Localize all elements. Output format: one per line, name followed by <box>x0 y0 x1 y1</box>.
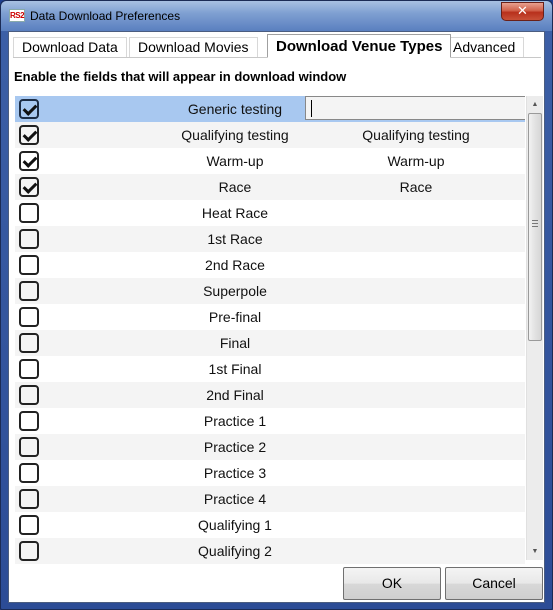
venue-type-name: Pre-final <box>208 309 262 325</box>
venue-type-alias[interactable]: Qualifying testing <box>311 122 521 148</box>
venue-type-row[interactable]: Final <box>15 330 525 356</box>
venue-type-name: 2nd Race <box>205 257 265 273</box>
checkbox-unchecked[interactable] <box>19 281 39 301</box>
tab-download-movies[interactable]: Download Movies <box>129 37 258 58</box>
venue-type-row[interactable]: Pre-final <box>15 304 525 330</box>
tab-download-venue-types[interactable]: Download Venue Types <box>267 34 452 58</box>
vertical-scrollbar[interactable]: ▲ ▼ <box>526 96 543 560</box>
venue-types-grid: Generic testing Qualifying testing Qualify… <box>15 96 525 564</box>
venue-type-name: Qualifying 2 <box>198 543 272 559</box>
venue-type-row[interactable]: Generic testing <box>15 96 525 122</box>
venue-type-row[interactable]: Qualifying 1 <box>15 512 525 538</box>
checkbox-unchecked[interactable] <box>19 489 39 509</box>
checkbox-checked[interactable] <box>19 177 39 197</box>
venue-type-row[interactable]: 2nd Final <box>15 382 525 408</box>
checkbox-unchecked[interactable] <box>19 203 39 223</box>
venue-type-row[interactable]: Practice 4 <box>15 486 525 512</box>
window-title: Data Download Preferences <box>30 9 181 23</box>
venue-type-row[interactable]: Practice 3 <box>15 460 525 486</box>
ok-button[interactable]: OK <box>343 567 441 600</box>
checkbox-unchecked[interactable] <box>19 515 39 535</box>
instruction-label: Enable the fields that will appear in do… <box>14 69 347 84</box>
venue-type-name: Final <box>219 335 251 351</box>
venue-type-row[interactable]: Race Race <box>15 174 525 200</box>
checkbox-checked[interactable] <box>19 151 39 171</box>
checkbox-unchecked[interactable] <box>19 437 39 457</box>
checkbox-unchecked[interactable] <box>19 255 39 275</box>
scroll-thumb[interactable] <box>528 113 542 341</box>
checkbox-unchecked[interactable] <box>19 385 39 405</box>
venue-type-name: Heat Race <box>201 205 269 221</box>
checkbox-unchecked[interactable] <box>19 541 39 561</box>
checkbox-unchecked[interactable] <box>19 463 39 483</box>
venue-type-name: Practice 4 <box>203 491 267 507</box>
dialog-body: Download Data Download Movies Download V… <box>8 31 545 603</box>
dialog-window: RS2 Data Download Preferences ✕ Download… <box>0 0 553 610</box>
alias-input[interactable] <box>305 96 525 120</box>
checkbox-checked[interactable] <box>19 99 39 119</box>
venue-type-name: 2nd Final <box>206 387 264 403</box>
grip-icon <box>532 220 538 227</box>
venue-type-row[interactable]: 1st Race <box>15 226 525 252</box>
venue-type-name: Practice 3 <box>203 465 267 481</box>
venue-type-row[interactable]: Practice 1 <box>15 408 525 434</box>
checkbox-unchecked[interactable] <box>19 359 39 379</box>
app-logo-icon: RS2 <box>9 9 25 22</box>
venue-type-row[interactable]: Qualifying 2 <box>15 538 525 564</box>
checkbox-unchecked[interactable] <box>19 333 39 353</box>
cancel-button[interactable]: Cancel <box>445 567 543 600</box>
venue-type-name: Practice 1 <box>203 413 267 429</box>
checkbox-unchecked[interactable] <box>19 229 39 249</box>
venue-type-row[interactable]: Qualifying testing Qualifying testing <box>15 122 525 148</box>
venue-type-row[interactable]: Superpole <box>15 278 525 304</box>
venue-type-row[interactable]: 1st Final <box>15 356 525 382</box>
text-caret <box>311 100 312 117</box>
tab-download-data[interactable]: Download Data <box>13 37 127 58</box>
scroll-down-arrow-icon[interactable]: ▼ <box>527 543 543 560</box>
venue-type-row[interactable]: 2nd Race <box>15 252 525 278</box>
venue-type-name: Superpole <box>203 283 267 299</box>
venue-type-alias[interactable]: Race <box>311 174 521 200</box>
venue-type-row[interactable]: Practice 2 <box>15 434 525 460</box>
venue-type-name: Qualifying 1 <box>198 517 272 533</box>
scroll-up-arrow-icon[interactable]: ▲ <box>527 96 543 113</box>
title-bar[interactable]: RS2 Data Download Preferences ✕ <box>1 1 552 31</box>
tab-advanced[interactable]: Advanced <box>444 37 525 58</box>
close-button[interactable]: ✕ <box>501 2 544 21</box>
venue-type-row[interactable]: Warm-up Warm-up <box>15 148 525 174</box>
venue-type-name: 1st Final <box>208 361 262 377</box>
venue-type-name: 1st Race <box>207 231 263 247</box>
checkbox-unchecked[interactable] <box>19 411 39 431</box>
venue-type-name: Practice 2 <box>203 439 267 455</box>
tab-bar: Download Data Download Movies Download V… <box>13 34 541 60</box>
venue-type-alias[interactable]: Warm-up <box>311 148 521 174</box>
checkbox-checked[interactable] <box>19 125 39 145</box>
checkbox-unchecked[interactable] <box>19 307 39 327</box>
venue-type-row[interactable]: Heat Race <box>15 200 525 226</box>
